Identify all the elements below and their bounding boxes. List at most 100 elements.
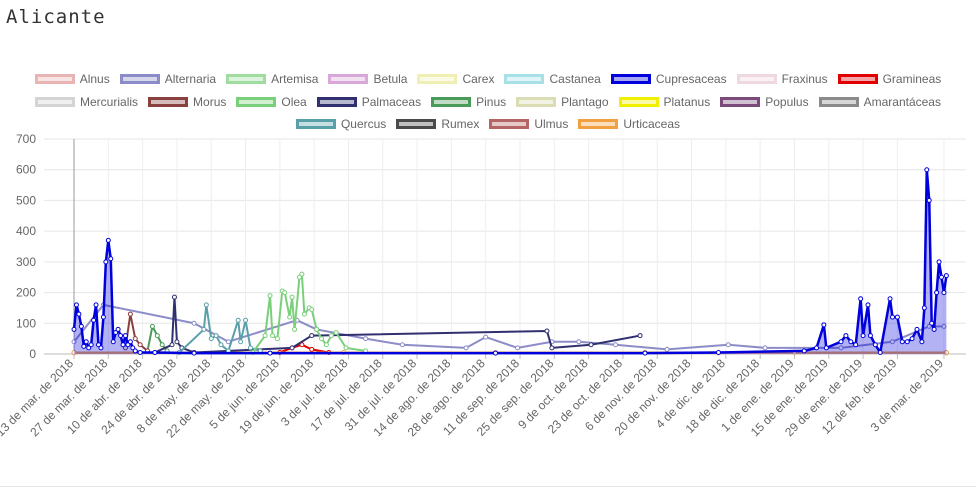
data-point-quercus xyxy=(203,302,209,308)
data-point-morus xyxy=(132,336,138,342)
y-tick-label: 300 xyxy=(16,255,36,269)
data-point-cupresaceas xyxy=(91,317,97,323)
data-point-cupresaceas xyxy=(821,322,827,328)
data-point-cupresaceas xyxy=(899,339,905,345)
data-point-cupresaceas xyxy=(191,350,197,356)
y-tick-label: 200 xyxy=(16,286,36,300)
data-point-cupresaceas xyxy=(83,339,89,345)
y-tick-label: 500 xyxy=(16,193,36,207)
data-point-palmaceas xyxy=(309,333,315,339)
y-tick-label: 600 xyxy=(16,163,36,177)
data-point-cupresaceas xyxy=(642,350,648,356)
data-point-alternaria xyxy=(463,345,469,351)
data-point-cupresaceas xyxy=(936,259,942,265)
data-point-cupresaceas xyxy=(889,314,895,320)
y-tick-label: 0 xyxy=(29,347,36,361)
data-point-cupresaceas xyxy=(921,305,927,311)
data-point-cupresaceas xyxy=(71,326,77,332)
data-point-cupresaceas xyxy=(931,326,937,332)
data-point-cupresaceas xyxy=(934,290,940,296)
data-point-olea xyxy=(323,342,329,348)
data-point-alternaria xyxy=(191,320,197,326)
data-point-quercus xyxy=(213,333,219,339)
data-point-quercus xyxy=(238,339,244,345)
data-point-alternaria xyxy=(576,339,582,345)
data-point-cupresaceas xyxy=(924,167,930,173)
data-point-cupresaceas xyxy=(152,349,158,355)
data-point-olea xyxy=(267,293,273,299)
data-point-pinus xyxy=(154,333,160,339)
data-point-olea xyxy=(269,333,275,339)
y-tick-label: 100 xyxy=(16,316,36,330)
data-point-cupresaceas xyxy=(122,333,128,339)
data-point-olea xyxy=(343,345,349,351)
data-point-cupresaceas xyxy=(73,302,79,308)
data-point-cupresaceas xyxy=(127,339,133,345)
data-point-olea xyxy=(314,326,320,332)
data-point-quercus xyxy=(243,317,249,323)
data-point-cupresaceas xyxy=(941,290,947,296)
data-point-cupresaceas xyxy=(823,345,829,351)
data-point-cupresaceas xyxy=(938,274,944,280)
data-point-cupresaceas xyxy=(872,342,878,348)
data-point-cupresaceas xyxy=(943,273,949,279)
data-point-cupresaceas xyxy=(860,333,866,339)
data-point-cupresaceas xyxy=(137,349,143,355)
data-point-quercus xyxy=(218,342,224,348)
data-point-palmaceas xyxy=(588,342,594,348)
data-point-alternaria xyxy=(225,339,231,345)
data-point-palmaceas xyxy=(637,333,643,339)
data-point-cupresaceas xyxy=(120,342,126,348)
data-point-cupresaceas xyxy=(88,342,94,348)
data-point-cupresaceas xyxy=(118,333,124,339)
data-point-quercus xyxy=(247,345,253,351)
data-point-alternaria xyxy=(762,345,768,351)
data-point-olea xyxy=(287,314,293,320)
data-point-cupresaceas xyxy=(867,333,873,339)
data-point-olea xyxy=(309,306,315,312)
data-point-cupresaceas xyxy=(115,326,121,332)
data-point-olea xyxy=(299,271,305,277)
data-point-alternaria xyxy=(515,345,521,351)
y-tick-label: 400 xyxy=(16,224,36,238)
data-point-cupresaceas xyxy=(858,296,864,302)
data-point-cupresaceas xyxy=(492,350,498,356)
data-point-olea xyxy=(301,311,307,317)
data-point-cupresaceas xyxy=(801,348,807,354)
data-point-palmaceas xyxy=(169,342,175,348)
data-point-cupresaceas xyxy=(267,350,273,356)
data-point-cupresaceas xyxy=(909,336,915,342)
data-point-alternaria xyxy=(613,342,619,348)
data-point-palmaceas xyxy=(171,294,177,300)
data-point-palmaceas xyxy=(544,328,550,334)
data-point-gramineas xyxy=(309,346,315,352)
data-point-alternaria xyxy=(664,346,670,352)
data-point-pinus xyxy=(159,342,165,348)
data-point-olea xyxy=(274,336,280,342)
data-point-cupresaceas xyxy=(132,348,138,354)
data-point-cupresaceas xyxy=(843,333,849,339)
data-point-cupresaceas xyxy=(100,314,106,320)
data-point-cupresaceas xyxy=(76,311,82,317)
data-point-olea xyxy=(282,290,288,296)
data-point-olea xyxy=(289,294,295,300)
data-point-olea xyxy=(292,326,298,332)
data-point-cupresaceas xyxy=(865,302,871,308)
data-point-cupresaceas xyxy=(887,296,893,302)
data-point-olea xyxy=(333,330,339,335)
data-point-cupresaceas xyxy=(904,339,910,345)
data-point-cupresaceas xyxy=(919,339,925,345)
data-point-olea xyxy=(319,336,325,342)
data-point-cupresaceas xyxy=(848,339,854,345)
data-point-quercus xyxy=(235,317,241,323)
data-point-alternaria xyxy=(483,334,489,340)
data-point-cupresaceas xyxy=(81,343,87,349)
divider xyxy=(0,486,976,487)
data-point-cupresaceas xyxy=(78,323,84,329)
data-point-cupresaceas xyxy=(853,342,859,348)
data-point-palmaceas xyxy=(549,345,555,351)
data-point-alternaria xyxy=(363,336,369,342)
data-point-cupresaceas xyxy=(814,345,820,351)
data-point-cupresaceas xyxy=(98,345,104,351)
data-point-cupresaceas xyxy=(103,259,109,265)
